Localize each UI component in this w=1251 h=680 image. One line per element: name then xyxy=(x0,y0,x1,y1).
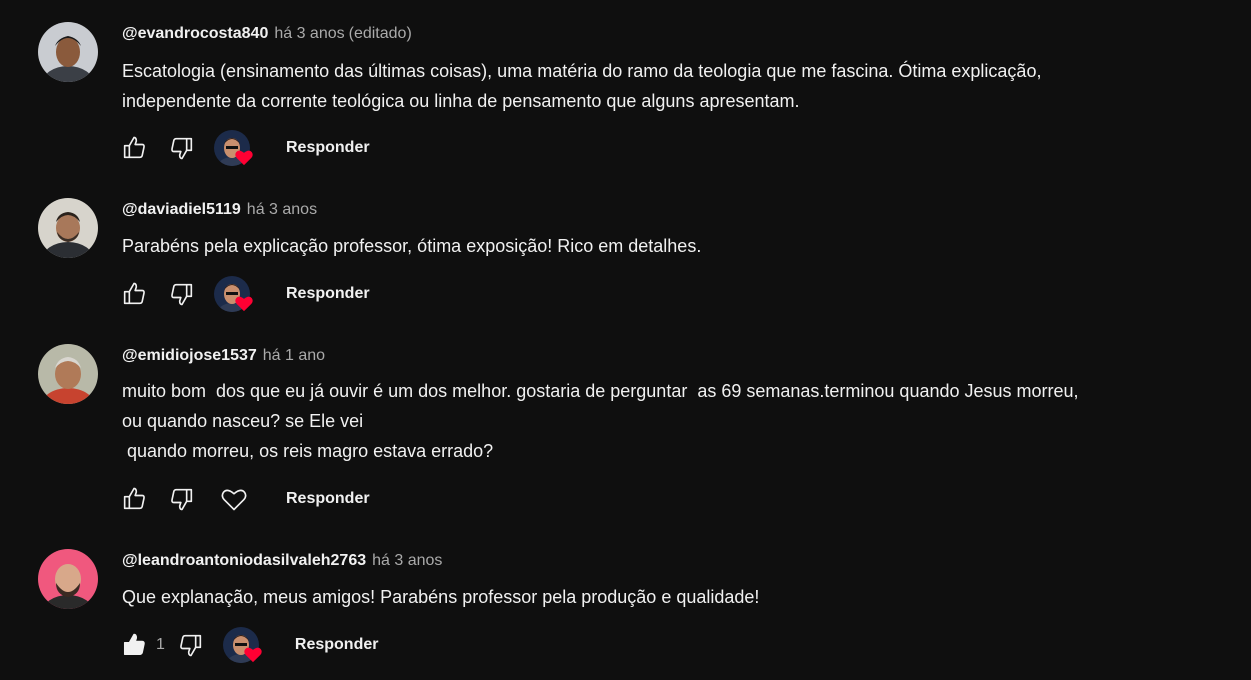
dislike-button[interactable] xyxy=(166,483,198,515)
comment-text: Escatologia (ensinamento das últimas coi… xyxy=(122,56,1237,116)
comment-text: Que explanação, meus amigos! Parabéns pr… xyxy=(122,582,1237,612)
comment-text: Parabéns pela explicação professor, ótim… xyxy=(122,231,1237,261)
thumb-down-icon xyxy=(180,634,202,657)
like-count: 1 xyxy=(156,636,165,653)
creator-heart-icon xyxy=(244,647,262,663)
creator-heart-icon xyxy=(235,296,253,312)
comment-text-line: independente da corrente teológica ou li… xyxy=(122,91,800,111)
heart-button[interactable] xyxy=(214,483,254,515)
comment-text: muito bom dos que eu já ouvir é um dos m… xyxy=(122,376,1237,466)
comment-time[interactable]: há 3 anos xyxy=(274,25,344,43)
like-button[interactable] xyxy=(118,278,150,310)
thumb-down-icon xyxy=(171,283,193,306)
like-button[interactable] xyxy=(118,629,150,661)
creator-heart[interactable] xyxy=(214,130,254,166)
comment-text-line: ou quando nasceu? se Ele vei xyxy=(122,411,364,431)
avatar[interactable] xyxy=(38,549,98,609)
comment-text-line: quando morreu, os reis magro estava erra… xyxy=(122,441,494,461)
creator-heart[interactable] xyxy=(222,627,263,663)
comment-time[interactable]: há 1 ano xyxy=(263,347,325,365)
like-button[interactable] xyxy=(118,132,150,164)
heart-icon xyxy=(221,489,247,511)
reply-button[interactable]: Responder xyxy=(286,490,370,508)
comment-time[interactable]: há 3 anos xyxy=(372,552,442,570)
comment-author[interactable]: @evandrocosta840 xyxy=(122,25,268,43)
comment-text-line: Que explanação, meus amigos! Parabéns pr… xyxy=(122,587,760,607)
dislike-button[interactable] xyxy=(166,132,198,164)
dislike-button[interactable] xyxy=(175,629,207,661)
reply-button[interactable]: Responder xyxy=(295,636,379,654)
reply-button[interactable]: Responder xyxy=(286,285,370,303)
like-button[interactable] xyxy=(118,483,150,515)
comment-text-line: Escatologia (ensinamento das últimas coi… xyxy=(122,61,1042,81)
avatar[interactable] xyxy=(38,22,98,82)
creator-heart-icon xyxy=(235,150,253,166)
reply-button[interactable]: Responder xyxy=(286,139,370,157)
comment-time[interactable]: há 3 anos xyxy=(247,201,317,219)
avatar[interactable] xyxy=(38,344,98,404)
comment-text-line: Parabéns pela explicação professor, ótim… xyxy=(122,236,702,256)
dislike-button[interactable] xyxy=(166,278,198,310)
thumb-up-icon xyxy=(123,487,145,510)
thumb-up-filled-icon xyxy=(123,633,145,656)
thumb-up-icon xyxy=(123,282,145,305)
thumb-up-icon xyxy=(123,136,145,159)
creator-heart[interactable] xyxy=(214,276,254,312)
comment-author[interactable]: @emidiojose1537 xyxy=(122,347,257,365)
thumb-down-icon xyxy=(171,488,193,511)
avatar[interactable] xyxy=(38,198,98,258)
thumb-down-icon xyxy=(171,137,193,160)
comment-text-line: muito bom dos que eu já ouvir é um dos m… xyxy=(122,381,1079,401)
comment-author[interactable]: @daviadiel5119 xyxy=(122,201,241,219)
comment-edited-label: (editado) xyxy=(348,25,412,42)
comment-author[interactable]: @leandroantoniodasilvaleh2763 xyxy=(122,552,366,570)
